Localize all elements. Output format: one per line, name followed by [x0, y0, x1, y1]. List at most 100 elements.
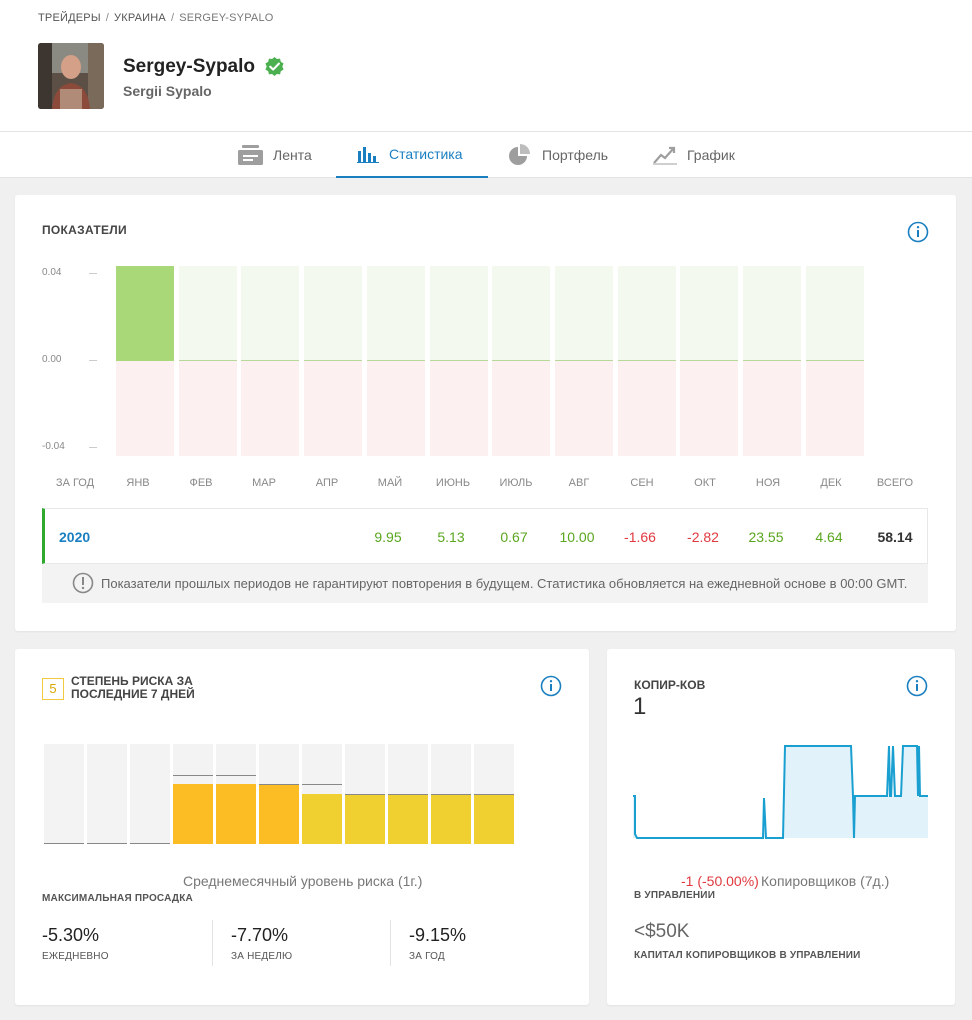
- month-bar-bg-negative: [617, 361, 676, 456]
- risk-bar-fill: [474, 794, 514, 844]
- month-bar-bg-positive: [304, 266, 363, 361]
- drawdown-daily-value: -5.30%: [42, 925, 100, 945]
- risk-bar-max-mark: [388, 794, 428, 795]
- tab-chart-label: График: [687, 147, 735, 163]
- month-bar[interactable]: [680, 360, 739, 361]
- breadcrumb-traders[interactable]: ТРЕЙДЕРЫ: [38, 12, 101, 24]
- risk-bar: [345, 744, 385, 844]
- year-performance-row[interactable]: 2020 9.95 5.13 0.67 10.00 -1.66 -2.82 23…: [42, 508, 928, 564]
- drawdown-weekly-label: ЗА НЕДЕЛЮ: [231, 951, 293, 962]
- tab-feed[interactable]: Лента: [238, 132, 312, 178]
- month-label: ДЕК: [820, 477, 842, 489]
- aum-label: В УПРАВЛЕНИИ: [634, 890, 716, 901]
- risk-title: СТЕПЕНЬ РИСКА ЗА ПОСЛЕДНИЕ 7 ДНЕЙ: [71, 674, 195, 701]
- month-label: ЗА ГОД: [55, 477, 95, 489]
- breadcrumb-current: SERGEY-SYPALO: [179, 12, 274, 24]
- year-label[interactable]: 2020: [59, 529, 90, 545]
- risk-bar-fill: [345, 794, 385, 844]
- risk-bar-max-mark: [173, 775, 213, 776]
- profile-header: ТРЕЙДЕРЫ / УКРАИНА / SERGEY-SYPALO Sergey-Sy…: [0, 0, 972, 178]
- month-label: ЯНВ: [126, 477, 150, 489]
- month-label: АПР: [315, 477, 339, 489]
- month-bar[interactable]: [304, 360, 363, 361]
- month-label: АВГ: [568, 477, 590, 489]
- month-label: МАР: [252, 477, 276, 489]
- info-icon[interactable]: [906, 675, 928, 697]
- total-value: 58.14: [877, 529, 913, 545]
- tab-bar: Лента Статистика Портфель График: [0, 131, 972, 178]
- risk-bar-fill: [173, 784, 213, 844]
- drawdown-title: МАКСИМАЛЬНАЯ ПРОСАДКА: [42, 893, 193, 904]
- copiers-line-chart: [633, 745, 928, 839]
- month-value-aug: 4.64: [815, 529, 843, 545]
- drawdown-yearly-label: ЗА ГОД: [409, 951, 445, 962]
- drawdown-yearly-value: -9.15%: [409, 925, 467, 945]
- risk-bar-fill: [216, 784, 256, 844]
- copiers-area: [633, 746, 928, 838]
- month-label: ВСЕГО: [876, 477, 914, 489]
- month-bar-bg-positive: [617, 266, 676, 361]
- month-value-feb: 5.13: [437, 529, 465, 545]
- month-bar-bg-negative: [805, 361, 864, 456]
- tab-statistics[interactable]: Статистика: [336, 132, 488, 178]
- month-bar[interactable]: [241, 360, 300, 361]
- drawdown-daily-label: ЕЖЕДНЕВНО: [42, 951, 109, 962]
- info-icon[interactable]: [540, 675, 562, 697]
- risk-bar-max-mark: [302, 784, 342, 785]
- risk-bar: [130, 744, 170, 844]
- month-bar-bg-negative: [554, 361, 613, 456]
- risk-bar: [87, 744, 127, 844]
- month-bar-bg-negative: [304, 361, 363, 456]
- month-bar-bg-negative: [241, 361, 300, 456]
- risk-bar: [259, 744, 299, 844]
- warning-icon: [72, 572, 94, 594]
- month-value-jun: -2.82: [687, 529, 719, 545]
- y-tick-label: 0.04: [42, 267, 62, 278]
- month-value-jul: 23.55: [748, 529, 784, 545]
- month-bar-bg-negative: [429, 361, 488, 456]
- copiers-count: 1: [633, 693, 647, 720]
- month-bar-bg-positive: [241, 266, 300, 361]
- month-label: НОЯ: [755, 477, 781, 489]
- drawdown-weekly-value: -7.70%: [231, 925, 289, 945]
- month-bar[interactable]: [554, 359, 613, 361]
- month-bar-bg-positive: [680, 266, 739, 361]
- month-label: ФЕВ: [189, 477, 213, 489]
- aum-value: <$50K: [634, 921, 690, 942]
- month-bar-bg-negative: [743, 361, 801, 456]
- avatar: [38, 43, 104, 109]
- month-bar[interactable]: [116, 266, 174, 361]
- risk-score-badge: 5: [42, 678, 64, 700]
- month-bar[interactable]: [178, 360, 237, 361]
- tab-portfolio[interactable]: Портфель: [508, 132, 608, 178]
- tab-portfolio-label: Портфель: [542, 147, 609, 163]
- risk-bar-max-mark: [431, 794, 471, 795]
- breadcrumb-country[interactable]: УКРАИНА: [114, 12, 166, 24]
- month-bar[interactable]: [366, 360, 425, 361]
- disclaimer-text: Показатели прошлых периодов не гарантиру…: [101, 576, 908, 591]
- month-bar-bg-positive: [554, 266, 613, 361]
- month-bar[interactable]: [805, 360, 864, 361]
- risk-bar: [216, 744, 256, 844]
- y-tick: [89, 360, 97, 361]
- trader-username: Sergey-Sypalo: [123, 56, 255, 77]
- month-bar[interactable]: [617, 360, 676, 361]
- month-bar[interactable]: [492, 360, 551, 361]
- risk-bar: [44, 744, 84, 844]
- month-bar-bg-negative: [366, 361, 425, 456]
- month-label: МАЙ: [377, 477, 403, 489]
- month-value-mar: 0.67: [500, 529, 528, 545]
- month-bar-bg-positive: [743, 266, 801, 361]
- divider: [212, 920, 213, 966]
- month-bar[interactable]: [429, 360, 488, 361]
- aum-caption: КАПИТАЛ КОПИРОВЩИКОВ В УПРАВЛЕНИИ: [634, 950, 861, 961]
- avatar-image: [38, 43, 104, 109]
- month-bar-bg-positive: [429, 266, 488, 361]
- risk-bar-max-mark: [130, 843, 170, 844]
- month-bar[interactable]: [743, 360, 801, 361]
- info-icon[interactable]: [907, 221, 929, 243]
- line-chart-icon: [653, 146, 677, 165]
- trader-real-name: Sergii Sypalo: [123, 83, 212, 99]
- month-value-apr: 10.00: [559, 529, 595, 545]
- tab-chart[interactable]: График: [653, 132, 735, 178]
